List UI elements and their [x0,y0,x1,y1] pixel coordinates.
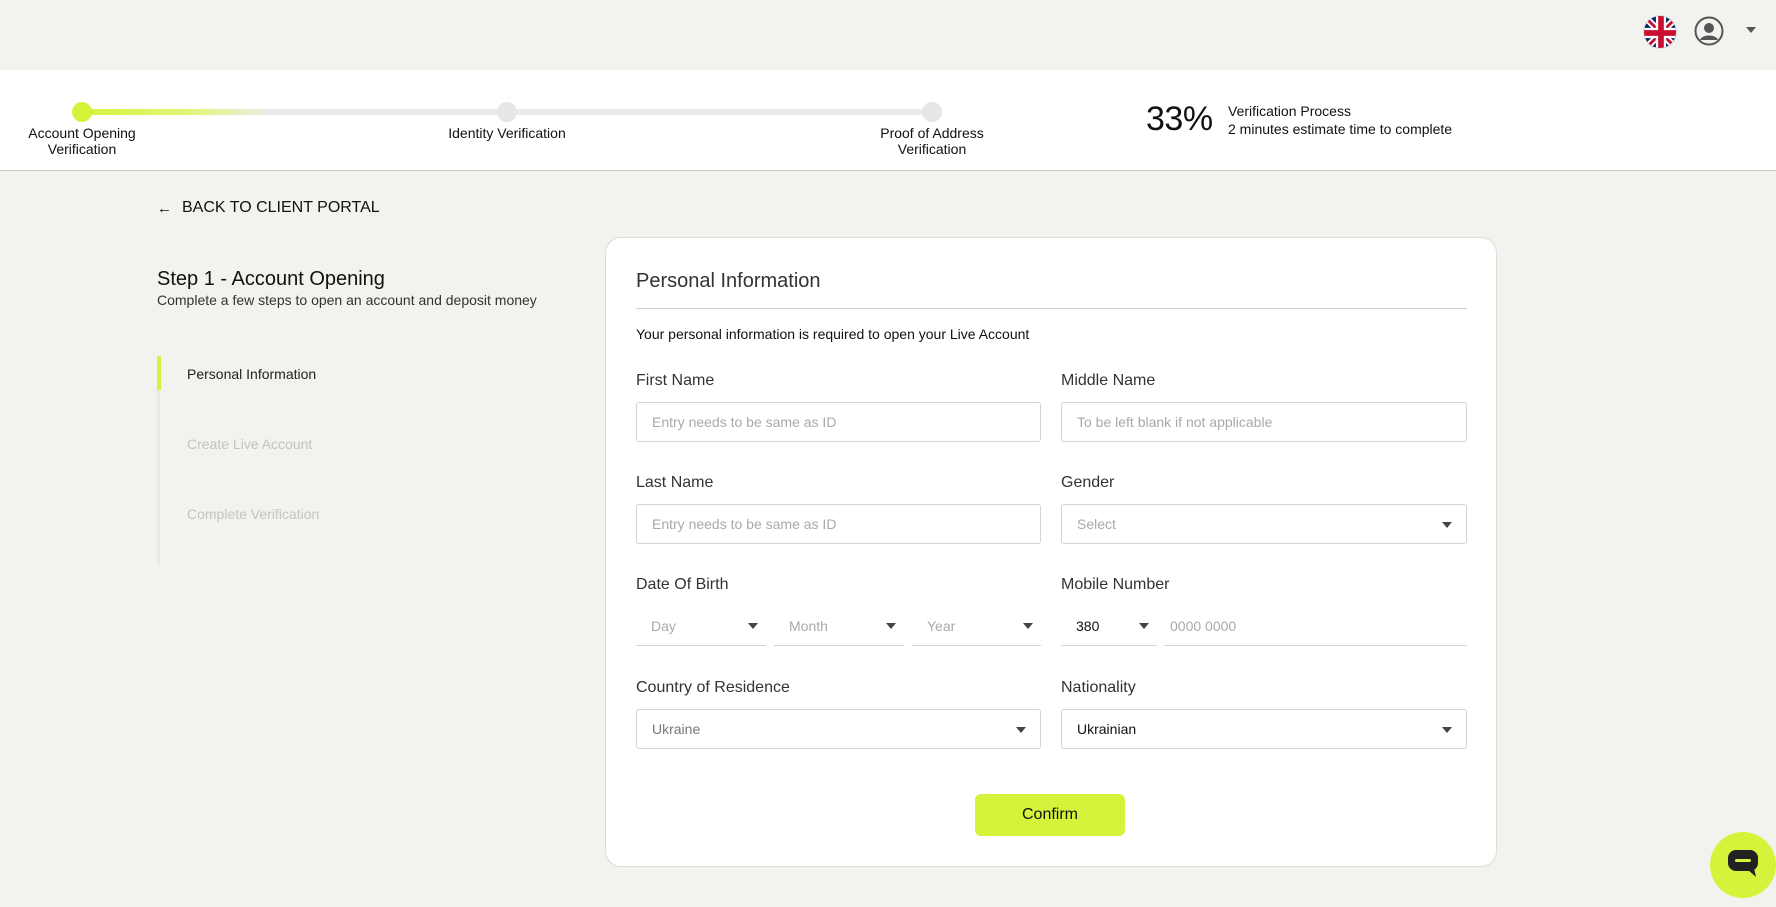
progress-fill [82,109,272,115]
last-name-label: Last Name [636,474,714,491]
verification-progress: Account Opening Verification Identity Ve… [0,70,1776,171]
country-label: Country of Residence [636,679,790,696]
step-dot-account-opening [72,102,92,122]
dob-year-select[interactable]: Year [912,606,1041,646]
chat-widget-button[interactable] [1710,832,1776,898]
first-name-input[interactable]: Entry needs to be same as ID [636,402,1041,442]
nationality-label: Nationality [1061,679,1136,696]
last-name-placeholder: Entry needs to be same as ID [652,516,837,532]
first-name-placeholder: Entry needs to be same as ID [652,414,837,430]
chevron-down-icon [1442,522,1452,528]
nationality-value: Ukrainian [1077,721,1137,737]
gender-select[interactable]: Select [1061,504,1467,544]
back-link-label: BACK TO CLIENT PORTAL [182,199,380,216]
step-dot-address [922,102,942,122]
mobile-number-label: Mobile Number [1061,576,1170,593]
card-description: Your personal information is required to… [636,326,1030,342]
chevron-down-icon [1442,727,1452,733]
chevron-down-icon [1016,727,1026,733]
sidebar-item-personal-information[interactable]: Personal Information [187,366,316,382]
dob-month-placeholder: Month [789,617,828,634]
first-name-label: First Name [636,372,715,389]
gender-placeholder: Select [1077,516,1116,532]
step-label-address: Proof of Address Verification [880,125,984,157]
dob-day-placeholder: Day [651,617,676,634]
dob-year-placeholder: Year [927,617,956,634]
progress-subtitle: 2 minutes estimate time to complete [1228,121,1453,137]
chevron-down-icon[interactable] [1746,27,1756,33]
country-code-select[interactable]: 380 [1061,606,1157,646]
chat-bubble-icon [1726,848,1760,883]
progress-title: Verification Process [1228,103,1351,119]
sidebar-item-create-live-account: Create Live Account [187,436,313,452]
mobile-number-input[interactable]: 0000 0000 [1164,606,1467,646]
top-bar [0,0,1776,70]
chevron-down-icon [1023,623,1033,629]
confirm-button[interactable]: Confirm [975,794,1125,836]
personal-information-card: Personal Information Your personal infor… [605,237,1497,867]
chevron-down-icon [748,623,758,629]
last-name-input[interactable]: Entry needs to be same as ID [636,504,1041,544]
middle-name-placeholder: To be left blank if not applicable [1077,414,1273,430]
card-title: Personal Information [636,270,821,292]
progress-percent: 33% [1146,100,1213,138]
sidebar-item-complete-verification: Complete Verification [187,506,320,522]
back-to-portal-link[interactable]: ← BACK TO CLIENT PORTAL [157,199,380,217]
user-avatar-icon[interactable] [1694,16,1724,46]
middle-name-label: Middle Name [1061,372,1156,389]
middle-name-input[interactable]: To be left blank if not applicable [1061,402,1467,442]
step-title: Step 1 - Account Opening [157,268,385,290]
nationality-select[interactable]: Ukrainian [1061,709,1467,749]
chevron-down-icon [886,623,896,629]
arrow-left-icon: ← [157,199,172,217]
country-code-value: 380 [1076,617,1100,634]
sidebar-active-indicator [157,356,161,390]
divider [636,308,1467,309]
dob-month-select[interactable]: Month [774,606,904,646]
step-dot-identity [497,102,517,122]
step-label-identity: Identity Verification [448,125,566,141]
dob-day-select[interactable]: Day [636,606,766,646]
country-select[interactable]: Ukraine [636,709,1041,749]
step-subtitle: Complete a few steps to open an account … [157,292,537,308]
step-label-account-opening: Account Opening Verification [28,125,136,157]
mobile-number-placeholder: 0000 0000 [1170,617,1237,634]
country-value: Ukraine [652,721,701,737]
uk-flag-icon[interactable] [1643,15,1677,49]
dob-label: Date Of Birth [636,576,729,593]
chevron-down-icon [1139,623,1149,629]
gender-label: Gender [1061,474,1115,491]
